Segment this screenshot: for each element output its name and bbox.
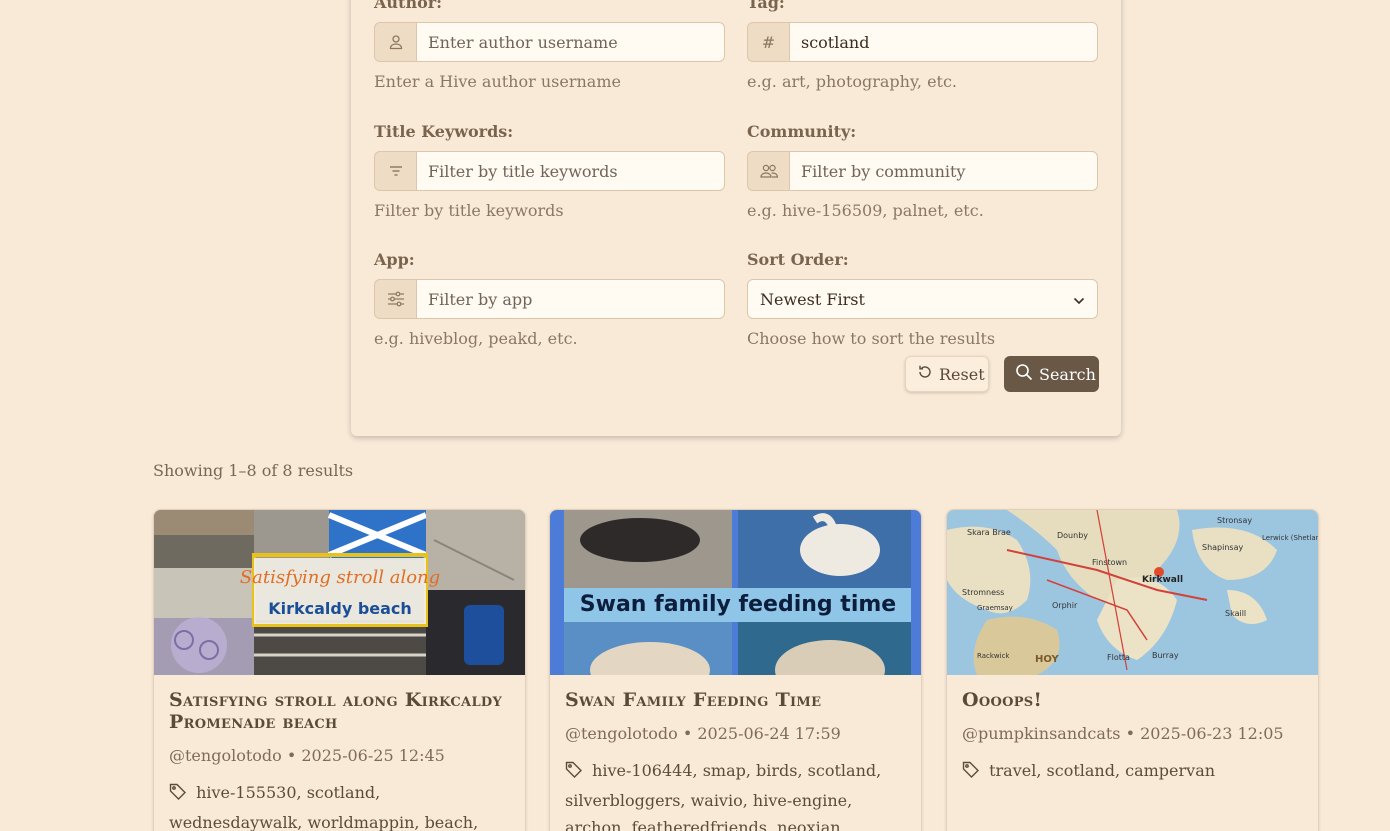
post-title[interactable]: Oooops! — [962, 689, 1303, 711]
community-field-group: Community: e.g. hive-156509, palnet, etc… — [747, 121, 1098, 222]
search-label: Search — [1039, 364, 1096, 384]
post-date: 2025-06-25 12:45 — [301, 746, 445, 765]
post-tag[interactable]: smap — [703, 761, 746, 780]
post-card[interactable]: Satisfying stroll along Kirkcaldy beach … — [153, 509, 526, 831]
post-tag[interactable]: scotland — [307, 783, 375, 802]
thumbnail-caption: Satisfying stroll along — [240, 567, 440, 588]
map-label: Flotta — [1107, 653, 1130, 662]
app-help-text: e.g. hiveblog, peakd, etc. — [374, 329, 578, 348]
app-input[interactable] — [416, 279, 725, 319]
post-tag[interactable]: travel — [989, 761, 1036, 780]
search-icon — [1015, 363, 1033, 385]
sort-help-text: Choose how to sort the results — [747, 329, 996, 348]
community-help-text: e.g. hive-156509, palnet, etc. — [747, 201, 984, 220]
post-tag[interactable]: worldmappin — [307, 813, 414, 831]
tag-help-text: e.g. art, photography, etc. — [747, 72, 958, 91]
post-tag[interactable]: wednesdaywalk — [169, 813, 297, 831]
post-tag[interactable]: featheredfriends — [632, 818, 767, 831]
post-tag[interactable]: hive-155530 — [196, 783, 296, 802]
post-card[interactable]: Swan family feeding time Swan Family Fee… — [549, 509, 922, 831]
user-icon — [374, 22, 416, 62]
post-date: 2025-06-24 17:59 — [697, 724, 841, 743]
post-tag[interactable]: waivio — [691, 791, 743, 810]
tag-input[interactable] — [789, 22, 1098, 62]
post-meta: @pumpkinsandcats • 2025-06-23 12:05 — [962, 724, 1284, 743]
post-tag[interactable]: scotland — [1047, 761, 1115, 780]
map-label: HOY — [1035, 654, 1060, 665]
sort-order-select[interactable]: Newest First — [747, 279, 1098, 319]
author-label: Author: — [374, 0, 443, 12]
post-tag[interactable]: archon — [565, 818, 621, 831]
title-keywords-input[interactable] — [416, 151, 725, 191]
app-label: App: — [374, 250, 415, 269]
map-label: Rackwick — [977, 652, 1010, 660]
post-tag[interactable]: birds — [756, 761, 797, 780]
sliders-icon — [374, 279, 416, 319]
post-date: 2025-06-23 12:05 — [1140, 724, 1284, 743]
map-label: Skaill — [1225, 609, 1246, 618]
post-tag[interactable]: beach — [425, 813, 474, 831]
post-tag[interactable]: neoxian — [777, 818, 840, 831]
map-label: Finstown — [1092, 558, 1127, 567]
post-title[interactable]: Satisfying stroll along Kirkcaldy Promen… — [169, 689, 510, 733]
community-label: Community: — [747, 122, 857, 141]
title-keywords-field-group: Title Keywords: Filter by title keywords — [374, 121, 725, 222]
post-tag[interactable]: silverbloggers — [565, 791, 680, 810]
post-tag[interactable]: campervan — [1125, 761, 1215, 780]
post-author[interactable]: @tengolotodo — [169, 746, 282, 765]
tag-label: Tag: — [747, 0, 785, 12]
map-label: Skara Brae — [967, 528, 1011, 537]
post-thumbnail[interactable]: Satisfying stroll along Kirkcaldy beach — [154, 510, 525, 675]
map-label: Stromness — [962, 588, 1004, 597]
tag-icon — [565, 760, 583, 787]
chevron-down-icon — [1073, 290, 1085, 309]
results-count: Showing 1–8 of 8 results — [153, 461, 354, 480]
author-field-group: Author: Enter a Hive author username — [374, 0, 725, 93]
post-tag[interactable]: scotland — [808, 761, 876, 780]
post-author[interactable]: @tengolotodo — [565, 724, 678, 743]
post-tag[interactable]: hive-engine — [753, 791, 847, 810]
sort-label: Sort Order: — [747, 250, 849, 269]
map-label: Graemsay — [977, 604, 1013, 612]
community-input[interactable] — [789, 151, 1098, 191]
app-field-group: App: e.g. hiveblog, peakd, etc. — [374, 249, 725, 350]
reset-icon — [917, 364, 933, 384]
post-thumbnail[interactable]: Skara Brae Dounby Stronsay Shapinsay Fin… — [947, 510, 1318, 675]
post-author[interactable]: @pumpkinsandcats — [962, 724, 1121, 743]
search-button[interactable]: Search — [1004, 356, 1099, 392]
sort-selected-value: Newest First — [760, 289, 865, 309]
map-label: Lerwick (Shetland) — [1262, 534, 1318, 542]
tag-icon — [962, 760, 980, 787]
post-card[interactable]: Skara Brae Dounby Stronsay Shapinsay Fin… — [946, 509, 1319, 831]
sort-field-group: Sort Order: Newest First Choose how to s… — [747, 249, 1098, 350]
hash-icon: # — [747, 22, 789, 62]
map-label: Burray — [1152, 651, 1179, 660]
post-tag[interactable]: hive-106444 — [592, 761, 692, 780]
author-help-text: Enter a Hive author username — [374, 72, 621, 91]
post-tags: hive-106444, smap, birds, scotland, silv… — [565, 757, 906, 831]
thumbnail-caption: Swan family feeding time — [580, 592, 896, 617]
map-label: Kirkwall — [1142, 575, 1183, 585]
post-tags: hive-155530, scotland, wednesdaywalk, wo… — [169, 782, 479, 831]
map-label: Dounby — [1057, 531, 1088, 540]
post-thumbnail[interactable]: Swan family feeding time — [550, 510, 921, 675]
tag-field-group: Tag: # e.g. art, photography, etc. — [747, 0, 1098, 93]
post-meta: @tengolotodo • 2025-06-24 17:59 — [565, 724, 841, 743]
map-label: Orphir — [1052, 601, 1078, 610]
post-meta: @tengolotodo • 2025-06-25 12:45 — [169, 746, 445, 765]
post-tags: travel, scotland, campervan — [962, 757, 1303, 787]
reset-label: Reset — [939, 364, 985, 384]
thumbnail-caption: Kirkcaldy beach — [268, 599, 412, 618]
tag-icon — [169, 782, 187, 809]
users-icon — [747, 151, 789, 191]
author-input[interactable] — [416, 22, 725, 62]
map-label: Stronsay — [1217, 516, 1252, 525]
title-keywords-label: Title Keywords: — [374, 122, 514, 141]
map-label: Shapinsay — [1202, 543, 1243, 552]
search-filter-panel: Author: Enter a Hive author username Tag… — [351, 0, 1121, 436]
filter-icon — [374, 151, 416, 191]
title-keywords-help-text: Filter by title keywords — [374, 201, 564, 220]
reset-button[interactable]: Reset — [905, 356, 989, 392]
post-title[interactable]: Swan Family Feeding Time — [565, 689, 906, 711]
